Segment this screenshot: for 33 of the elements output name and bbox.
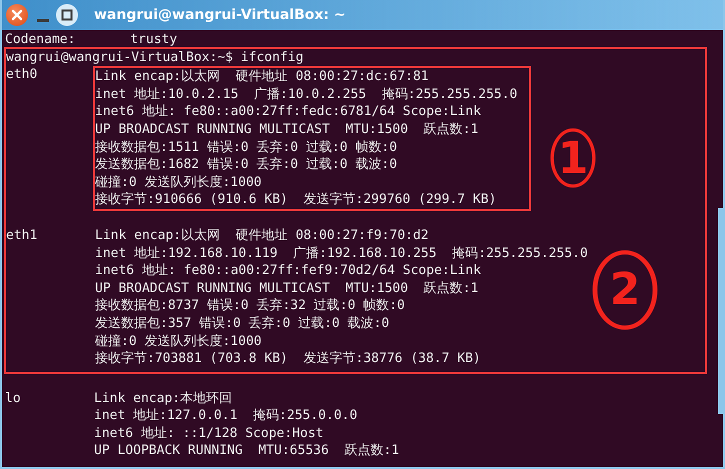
interface-name: lo bbox=[5, 390, 22, 408]
close-icon bbox=[10, 8, 24, 22]
terminal-line: inet6 地址: fe80::a00:27ff:fedc:6781/64 Scope:Link bbox=[95, 103, 482, 121]
terminal-line: Link encap:以太网 硬件地址 08:00:27:f9:70:d2 bbox=[95, 226, 430, 245]
terminal-line: inet 地址:192.168.10.119 广播:192.168.10.255 掩码:255.255.255.0 bbox=[95, 244, 588, 262]
maximize-icon bbox=[61, 9, 73, 21]
terminal-line: UP BROADCAST RUNNING MULTICAST MTU:1500 跃点数:1 bbox=[95, 280, 480, 298]
terminal-line: 接收数据包:8737 错误:0 丢弃:32 过载:0 帧数:0 bbox=[95, 297, 406, 315]
terminal-line: 接收字节:910666 (910.6 KB) 发送字节:299760 (299.7 KB) bbox=[95, 191, 498, 209]
interface-name: eth0 bbox=[6, 66, 38, 84]
interface-name: eth1 bbox=[6, 226, 38, 245]
terminal-line: 发送数据包:1682 错误:0 丢弃:0 过载:0 载波:0 bbox=[95, 156, 398, 174]
terminal-line: 碰撞:0 发送队列长度:1000 bbox=[95, 332, 263, 350]
handwritten-note: 1 bbox=[548, 126, 598, 190]
terminal-line: inet6 地址: fe80::a00:27ff:fef9:70d2/64 Scope:Link bbox=[95, 262, 482, 280]
terminal-line: inet 地址:127.0.0.1 掩码:255.0.0.0 bbox=[94, 407, 358, 425]
maximize-button[interactable] bbox=[56, 4, 78, 26]
command-prompt: wangrui@wangrui-VirtualBox:~$ ifconfig bbox=[6, 48, 304, 66]
terminal-line: 发送数据包:357 错误:0 丢弃:0 过载:0 载波:0 bbox=[95, 314, 390, 332]
terminal-line: UP LOOPBACK RUNNING MTU:65536 跃点数:1 bbox=[94, 442, 400, 460]
terminal-line: Link encap:以太网 硬件地址 08:00:27:dc:67:81 bbox=[95, 68, 430, 86]
terminal-line: inet 地址:10.0.2.15 广播:10.0.2.255 掩码:255.255.255.0 bbox=[95, 86, 518, 104]
scrollbar[interactable] bbox=[718, 208, 723, 414]
terminal-line: Link encap:本地环回 bbox=[94, 390, 234, 408]
terminal-line: 接收数据包:1511 错误:0 丢弃:0 过载:0 帧数:0 bbox=[95, 138, 398, 156]
terminal-line: 接收字节:703881 (703.8 KB) 发送字节:38776 (38.7 KB) bbox=[95, 350, 482, 368]
terminal-line: Codename: trusty bbox=[5, 31, 178, 49]
minimize-icon bbox=[37, 19, 49, 23]
window-title: wangrui@wangrui-VirtualBox: ~ bbox=[94, 7, 346, 23]
terminal-line: inet6 地址: ::1/128 Scope:Host bbox=[94, 424, 324, 442]
close-button[interactable] bbox=[6, 4, 28, 26]
terminal-line: 碰撞:0 发送队列长度:1000 bbox=[95, 174, 263, 192]
terminal-line: UP BROADCAST RUNNING MULTICAST MTU:1500 跃点数:1 bbox=[95, 120, 480, 139]
